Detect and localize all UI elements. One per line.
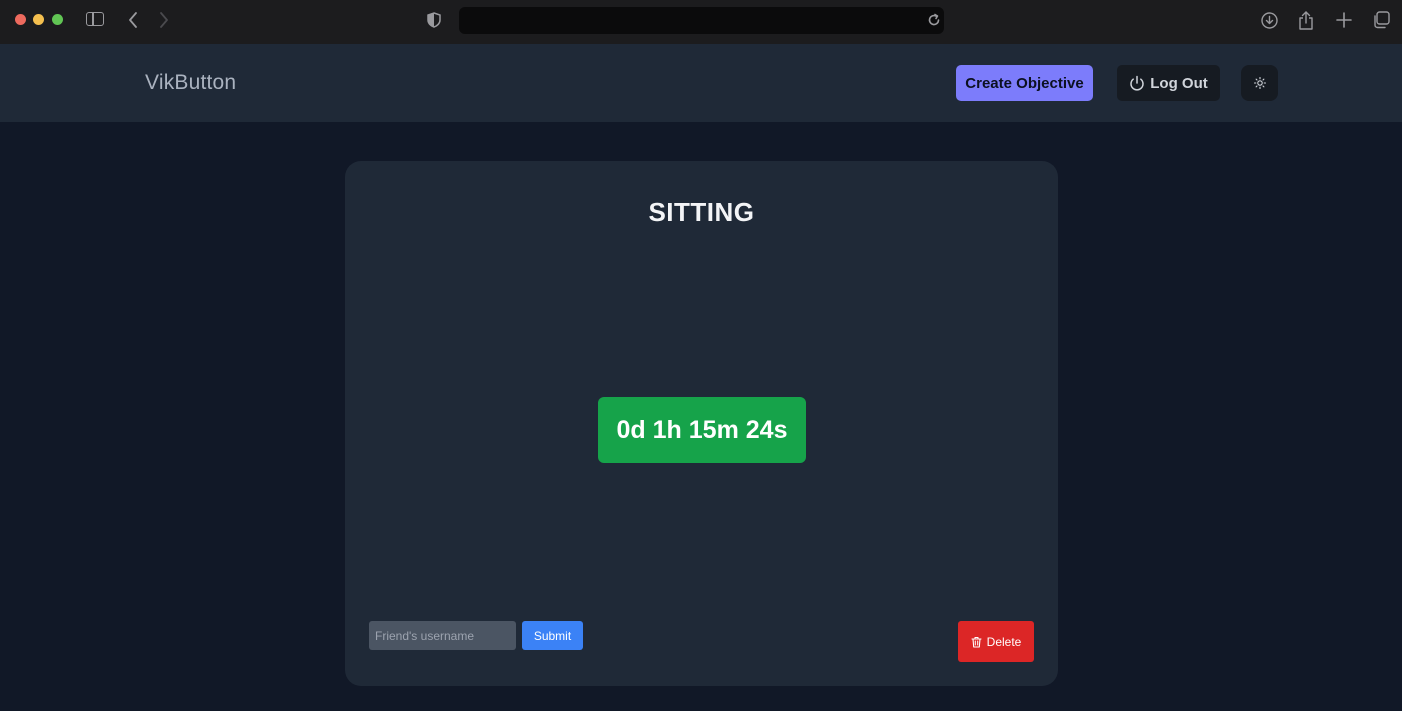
logout-button[interactable]: Log Out	[1117, 65, 1220, 101]
forward-arrow-icon[interactable]	[157, 11, 171, 29]
minimize-window-button[interactable]	[33, 14, 44, 25]
logout-label: Log Out	[1150, 74, 1208, 92]
objective-card: SITTING 0d 1h 15m 24s Submit Delete	[345, 161, 1058, 686]
new-tab-icon[interactable]	[1335, 10, 1353, 30]
reload-icon[interactable]	[926, 12, 942, 28]
share-icon[interactable]	[1297, 10, 1315, 30]
tab-overview-icon[interactable]	[1372, 11, 1390, 29]
submit-button[interactable]: Submit	[522, 621, 583, 650]
address-bar[interactable]	[459, 7, 944, 34]
back-arrow-icon[interactable]	[126, 11, 140, 29]
zoom-window-button[interactable]	[52, 14, 63, 25]
delete-label: Delete	[986, 634, 1022, 649]
power-icon	[1129, 75, 1145, 92]
sun-icon	[1253, 77, 1266, 89]
objective-title: SITTING	[648, 197, 755, 227]
sidebar-toggle-icon[interactable]	[86, 12, 104, 26]
create-objective-button[interactable]: Create Objective	[956, 65, 1093, 101]
elapsed-timer[interactable]: 0d 1h 15m 24s	[598, 397, 806, 463]
delete-button[interactable]: Delete	[958, 621, 1034, 662]
friend-username-input[interactable]	[369, 621, 516, 650]
downloads-icon[interactable]	[1260, 11, 1278, 29]
trash-icon	[971, 636, 982, 648]
brand-logo[interactable]: VikButton	[145, 71, 236, 95]
browser-toolbar	[0, 0, 1402, 44]
close-window-button[interactable]	[15, 14, 26, 25]
app-header: VikButton Create Objective Log Out	[0, 44, 1402, 122]
theme-toggle-button[interactable]	[1241, 65, 1278, 101]
privacy-shield-icon[interactable]	[427, 12, 441, 28]
